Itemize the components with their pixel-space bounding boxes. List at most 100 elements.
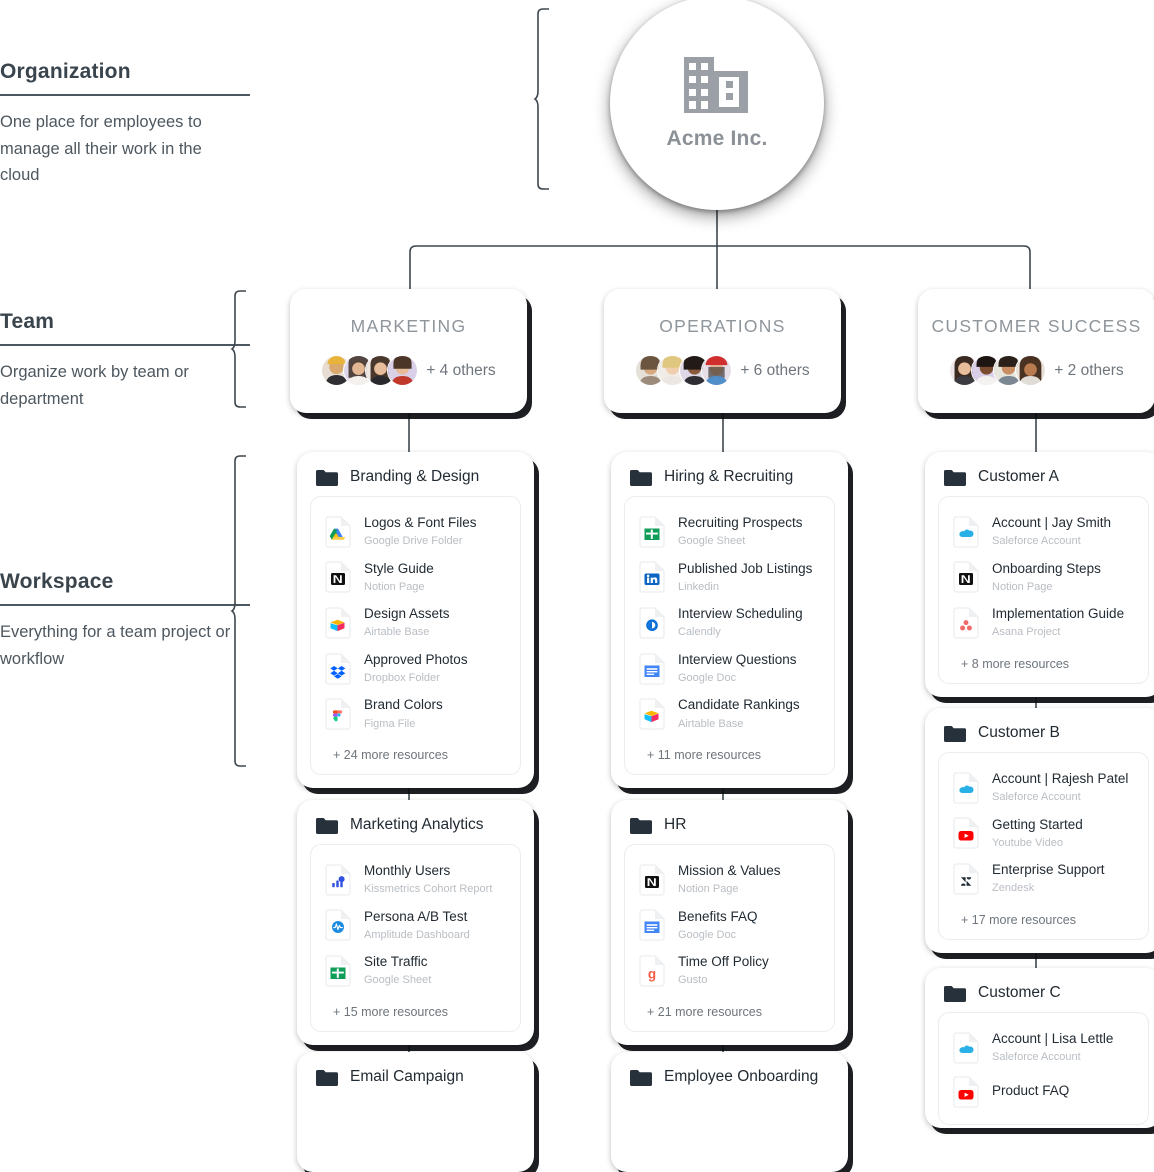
resource-text: Benefits FAQ Google Doc [678,908,758,944]
resource-item[interactable]: Getting Started Youtube Video [947,811,1140,857]
google-docs-icon [639,909,665,941]
resource-item[interactable]: Interview Scheduling Calendly [633,600,826,646]
resource-text: Recruiting Prospects Google Sheet [678,514,803,550]
google-sheets-icon [325,955,351,987]
resource-source: Notion Page [992,580,1053,593]
workspace-card-hr[interactable]: HR Mission & Values Notion Page Benefits… [611,800,848,1045]
workspace-card-hiring-recruiting[interactable]: Hiring & Recruiting Recruiting Prospects… [611,452,848,789]
resource-source: Figma File [364,717,416,730]
resource-text: Interview Questions Google Doc [678,651,797,687]
workspace-title: Email Campaign [350,1068,464,1085]
notion-icon [953,561,979,593]
avatar-group [635,355,733,386]
workspace-header: Email Campaign [310,1066,521,1096]
more-resources-link[interactable]: + 11 more resources [633,737,826,763]
resource-item[interactable]: Account | Rajesh Patel Saleforce Account [947,765,1140,811]
resource-item[interactable]: Interview Questions Google Doc [633,646,826,692]
resource-item[interactable]: Candidate Rankings Airtable Base [633,691,826,737]
more-resources-link[interactable]: + 17 more resources [947,902,1140,928]
resource-item[interactable]: Onboarding Steps Notion Page [947,555,1140,601]
resource-item[interactable]: Style Guide Notion Page [319,555,512,601]
folder-icon [630,469,652,486]
folder-icon [630,817,652,834]
team-card-customer-success[interactable]: CUSTOMER SUCCESS + 2 others [918,289,1154,413]
resource-item[interactable]: Approved Photos Dropbox Folder [319,646,512,692]
resource-item[interactable]: Mission & Values Notion Page [633,857,826,903]
resource-item[interactable]: Logos & Font Files Google Drive Folder [319,509,512,555]
resource-item[interactable]: g Time Off Policy Gusto [633,948,826,994]
workspace-header: Customer C [938,982,1149,1012]
workspace-card-employee-onboarding[interactable]: Employee Onboarding [611,1052,848,1172]
resource-item[interactable]: Product FAQ [947,1071,1140,1113]
resource-text: Time Off Policy Gusto [678,953,769,989]
resource-label: Interview Scheduling [678,606,803,622]
google-drive-icon [325,516,351,548]
resource-label: Monthly Users [364,863,451,878]
workspace-title: Customer C [978,984,1061,1001]
more-resources-link[interactable]: + 21 more resources [633,994,826,1020]
resource-item[interactable]: Site Traffic Google Sheet [319,948,512,994]
linkedin-icon [639,561,665,593]
resource-label: Interview Questions [678,651,797,667]
resource-item[interactable]: Account | Lisa Lettle Saleforce Account [947,1025,1140,1071]
resource-source: Airtable Base [364,626,430,639]
team-name: MARKETING [350,316,467,336]
resource-item[interactable]: Persona A/B Test Amplitude Dashboard [319,903,512,949]
airtable-icon [639,698,665,730]
resource-item[interactable]: Account | Jay Smith Saleforce Account [947,509,1140,555]
avatar-group [949,355,1047,386]
resource-item[interactable]: Enterprise Support Zendesk [947,856,1140,902]
workspace-card-customer-a[interactable]: Customer A Account | Jay Smith Saleforce… [925,452,1154,697]
workspace-card-branding-design[interactable]: Branding & Design Logos & Font Files Goo… [297,452,534,789]
resource-source: Asana Project [992,626,1061,639]
resource-label: Time Off Policy [678,954,769,970]
workspace-card-marketing-analytics[interactable]: Marketing Analytics Monthly Users Kissme… [297,800,534,1045]
resource-label: Approved Photos [364,651,468,667]
resource-source: Google Doc [678,672,737,685]
resource-item[interactable]: Published Job Listings Linkedin [633,555,826,601]
team-card-operations[interactable]: OPERATIONS + 6 others [604,289,841,413]
resource-text: Candidate Rankings Airtable Base [678,696,800,732]
resource-item[interactable]: Brand Colors Figma File [319,691,512,737]
folder-icon [944,469,966,486]
resource-list: Account | Rajesh Patel Saleforce Account… [938,752,1149,940]
more-resources-link[interactable]: + 24 more resources [319,737,512,763]
airtable-icon [325,607,351,639]
resource-item[interactable]: Recruiting Prospects Google Sheet [633,509,826,555]
team-members: + 2 others [949,355,1124,386]
workspace-card-email-campaign[interactable]: Email Campaign [297,1052,534,1172]
team-others-count: + 2 others [1054,361,1124,379]
resource-item[interactable]: Benefits FAQ Google Doc [633,903,826,949]
workspace-card-customer-b[interactable]: Customer B Account | Rajesh Patel Salefo… [925,708,1154,953]
workspace-card-customer-c[interactable]: Customer C Account | Lisa Lettle Salefor… [925,968,1154,1128]
resource-item[interactable]: Design Assets Airtable Base [319,600,512,646]
organization-node[interactable]: Acme Inc. [610,0,824,210]
resource-source: Google Sheet [678,535,746,548]
resource-text: Getting Started Youtube Video [992,816,1083,852]
resource-label: Design Assets [364,606,450,622]
workspace-title: Hiring & Recruiting [664,468,794,485]
team-members: + 6 others [635,355,810,386]
more-resources-link[interactable]: + 15 more resources [319,994,512,1020]
salesforce-icon [953,1032,979,1064]
resource-source: Saleforce Account [992,1051,1081,1064]
resource-source: Airtable Base [678,717,744,730]
resource-label: Site Traffic [364,954,428,970]
resource-source: Saleforce Account [992,791,1081,804]
annotation-divider [0,94,250,96]
workspace-header: Customer A [938,466,1149,496]
resource-text: Design Assets Airtable Base [364,605,450,641]
team-card-marketing[interactable]: MARKETING + 4 others [290,289,527,413]
resource-list: Logos & Font Files Google Drive Folder S… [310,496,521,776]
resource-label: Implementation Guide [992,606,1125,622]
annotation-title: Team [0,310,55,333]
annotation-divider [0,344,250,346]
resource-label: Mission & Values [678,863,781,878]
annotation-title: Workspace [0,570,114,593]
resource-source: Dropbox Folder [364,672,440,685]
resource-item[interactable]: Monthly Users Kissmetrics Cohort Report [319,857,512,903]
resource-label: Published Job Listings [678,560,813,576]
resource-list: Account | Lisa Lettle Saleforce Account … [938,1012,1149,1125]
resource-item[interactable]: Implementation Guide Asana Project [947,600,1140,646]
more-resources-link[interactable]: + 8 more resources [947,646,1140,672]
